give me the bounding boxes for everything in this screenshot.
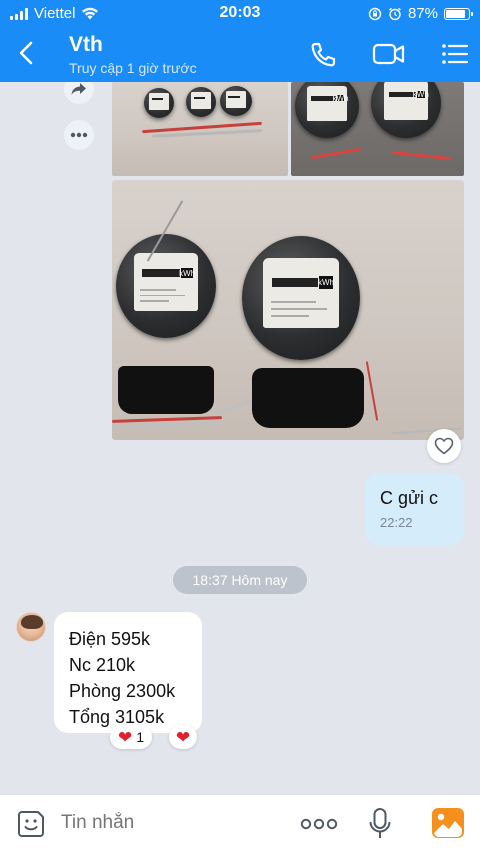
last-seen-status: Truy cập 1 giờ trước [69,60,197,76]
photo-thumbnail[interactable]: kWh kWh [291,82,464,176]
reaction-summary[interactable]: ❤ 1 [110,725,152,749]
share-button[interactable] [64,82,94,104]
message-line: Nc 210k [69,655,136,675]
message-line: Phòng 2300k [69,681,176,701]
heart-icon: ❤ [175,727,191,747]
photo-main[interactable]: kWh kWh [112,180,464,440]
like-button[interactable] [427,429,461,463]
more-options-icon[interactable] [300,817,338,831]
add-reaction-button[interactable]: ❤ [169,725,197,749]
share-icon [71,83,86,95]
status-right: 87% [368,5,473,22]
rotation-lock-icon [368,7,382,20]
message-line: Điện 595k [69,629,151,649]
photo-thumbnail[interactable] [112,82,288,176]
microphone-icon[interactable] [368,807,392,841]
chat-header: Viettel 20:03 87% Vth Truy cập 1 giờ trư… [0,0,480,82]
heart-icon [434,437,454,455]
incoming-message[interactable]: Điện 595k Nc 210k Phòng 2300k Tổng 3105k [54,612,202,733]
message-text: C gửi c [380,488,439,508]
battery-percent: 87% [407,5,438,22]
outgoing-message[interactable]: C gửi c 22:22 [365,473,464,545]
menu-list-icon[interactable] [440,40,470,68]
status-bar: Viettel 20:03 87% [0,0,480,28]
gallery-icon[interactable] [431,807,465,839]
battery-icon [444,7,473,20]
time-separator: 18:37 Hôm nay [173,566,307,594]
message-input[interactable] [61,812,281,834]
message-time: 22:22 [380,515,413,530]
sticker-icon[interactable] [16,809,46,839]
back-arrow-icon[interactable] [14,40,40,66]
more-icon[interactable] [64,120,94,150]
phone-icon[interactable] [308,40,338,68]
contact-name[interactable]: Vth [69,33,103,57]
reaction-count: 1 [136,729,145,745]
avatar[interactable] [16,612,46,642]
alarm-icon [389,7,401,20]
chat-area[interactable]: kWh kWh kWh kWh C gửi c 22:22 18:37 Hôm … [0,82,480,794]
video-call-icon[interactable] [372,40,406,68]
composer-bar [0,794,480,854]
heart-icon: ❤ [117,727,133,747]
